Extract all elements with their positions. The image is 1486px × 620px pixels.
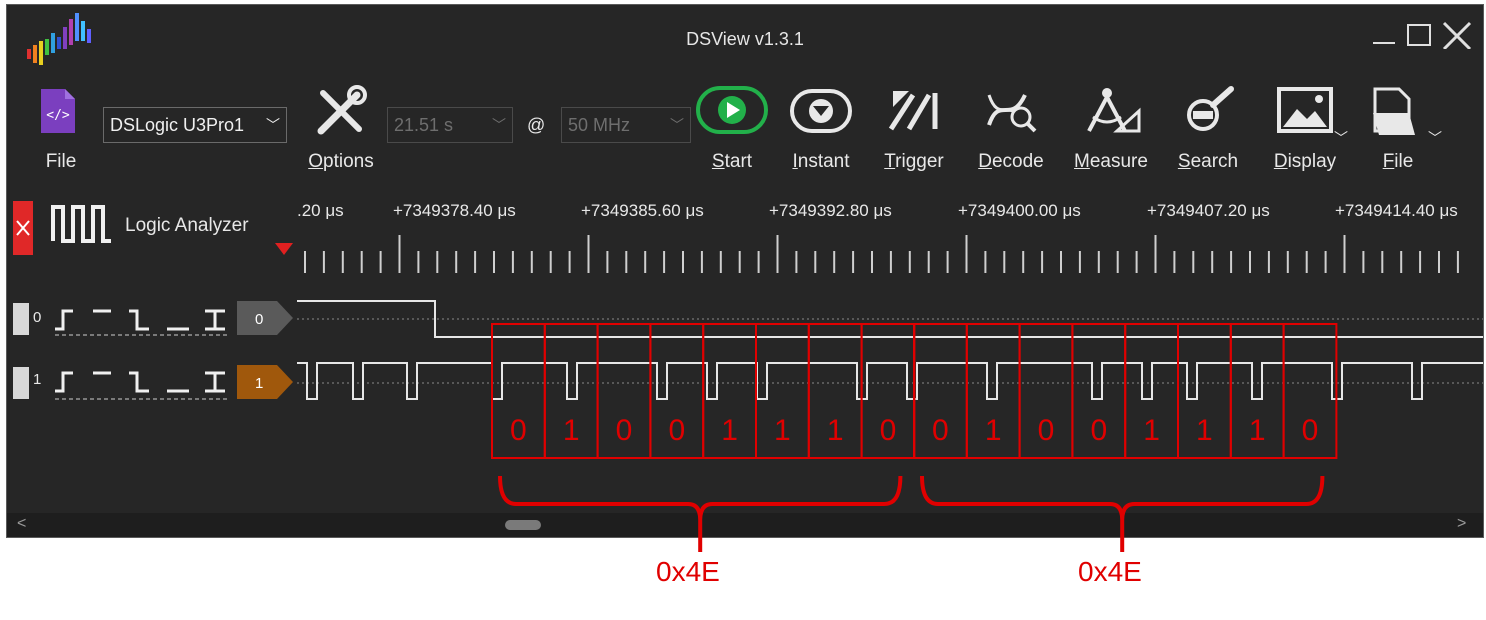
bit-annotation-overlay bbox=[491, 323, 1338, 552]
bit-value-label: 1 bbox=[984, 414, 1002, 447]
bit-value-label: 0 bbox=[1301, 414, 1319, 447]
bit-value-label: 1 bbox=[1143, 414, 1160, 447]
bit-value-label: 1 bbox=[826, 414, 844, 447]
bit-value-label: 1 bbox=[774, 414, 791, 447]
byte-grouping-brace bbox=[498, 475, 903, 552]
hex-value-label-2: 0x4E bbox=[1078, 556, 1142, 587]
hex-value-label-1: 0x4E bbox=[656, 556, 720, 587]
bit-value-label: 1 bbox=[1196, 414, 1213, 447]
bit-value-label: 1 bbox=[562, 414, 580, 447]
bit-value-label: 1 bbox=[721, 414, 738, 447]
bit-value-label: 1 bbox=[1248, 414, 1266, 447]
bit-value-label: 0 bbox=[668, 414, 686, 447]
byte-grouping-brace bbox=[920, 475, 1325, 552]
bit-value-label: 0 bbox=[1037, 414, 1055, 447]
bit-value-label: 0 bbox=[615, 414, 633, 447]
bit-value-label: 0 bbox=[879, 414, 897, 447]
bit-value-label: 0 bbox=[1090, 414, 1108, 447]
bit-value-label: 0 bbox=[510, 414, 527, 447]
bit-value-label: 0 bbox=[932, 414, 949, 447]
